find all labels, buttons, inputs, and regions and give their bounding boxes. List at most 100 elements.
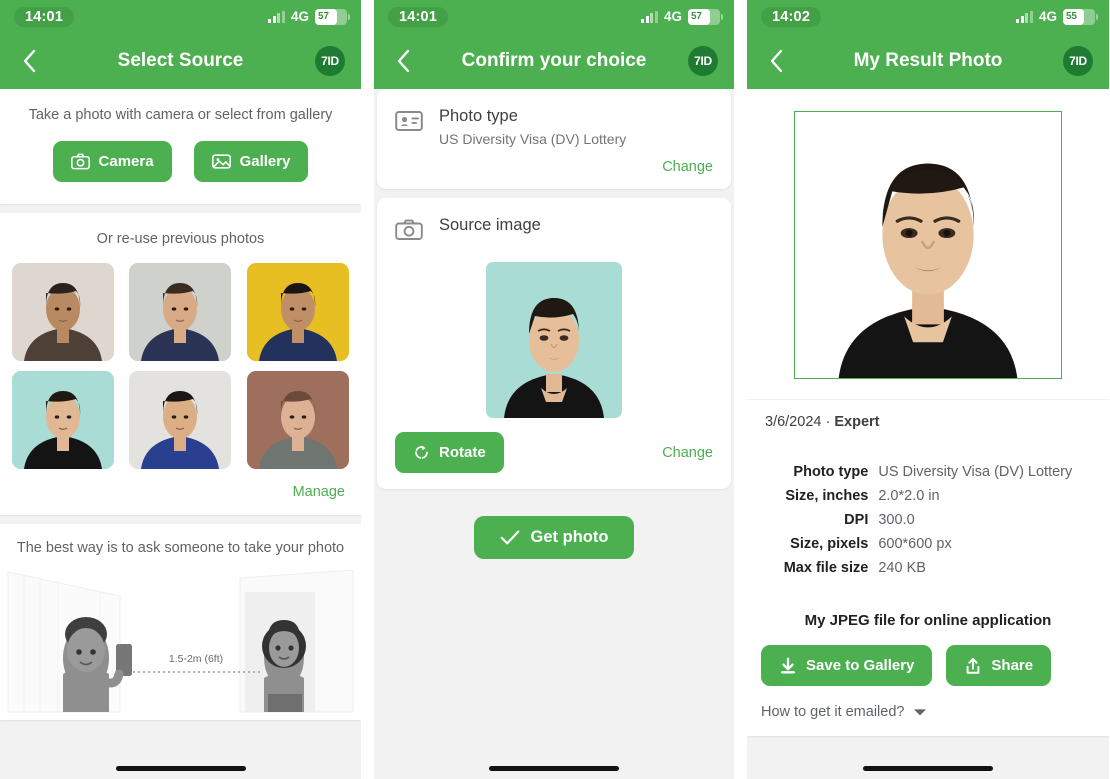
topbar-3: 14:02 4G 55 My Result Photo 7ID	[747, 0, 1109, 89]
camera-button[interactable]: Camera	[52, 141, 172, 182]
three-screen-comparison: 14:01 4G 57 Select Source 7ID Take a pho…	[0, 0, 1110, 779]
get-photo-row: Get photo	[374, 498, 734, 559]
check-icon	[500, 530, 519, 545]
nav-bar-1: Select Source 7ID	[0, 33, 361, 89]
svg-text:1.5-2m (6ft): 1.5-2m (6ft)	[169, 653, 223, 665]
status-indicators: 4G 57	[641, 8, 723, 25]
screen-select-source: 14:01 4G 57 Select Source 7ID Take a pho…	[0, 0, 361, 779]
app-logo[interactable]: 7ID	[315, 46, 345, 76]
save-to-gallery-button[interactable]: Save to Gallery	[761, 645, 933, 686]
man-blue-shirt	[129, 371, 232, 469]
network-label: 4G	[663, 9, 682, 24]
spec-key: Size, inches	[785, 488, 869, 504]
screen1-body: Take a photo with camera or select from …	[0, 89, 361, 779]
battery-icon: 57	[315, 8, 350, 25]
battery-icon: 55	[1063, 8, 1098, 25]
photo-type-change-link[interactable]: Change	[662, 159, 713, 175]
app-logo[interactable]: 7ID	[1063, 46, 1093, 76]
spec-row: Photo type US Diversity Visa (DV) Lottery	[784, 460, 1072, 484]
network-label: 4G	[1038, 9, 1057, 24]
result-portrait	[795, 112, 1061, 378]
chevron-left-icon	[397, 49, 410, 73]
result-photo-section	[747, 89, 1109, 399]
jpeg-title: My JPEG file for online application	[804, 612, 1052, 629]
manage-link[interactable]: Manage	[293, 484, 345, 500]
result-plan: Expert	[834, 414, 880, 430]
screen-confirm-choice: 14:01 4G 57 Confirm your choice 7ID Phot…	[374, 0, 734, 779]
source-image-title: Source image	[439, 216, 541, 234]
result-separator: ·	[825, 414, 831, 430]
spec-row: Size, pixels 600*600 px	[784, 532, 1073, 556]
bearded-man-in-suit	[11, 263, 114, 361]
email-help-label: How to get it emailed?	[761, 704, 905, 720]
woman-yellow-curtain	[247, 263, 350, 361]
spec-row: DPI 300.0	[784, 508, 1073, 532]
back-button[interactable]	[16, 48, 42, 74]
status-bar-2: 14:01 4G 57	[374, 0, 734, 33]
photo-tip-card: The best way is to ask someone to take y…	[0, 524, 361, 720]
photo-type-value: US Diversity Visa (DV) Lottery	[439, 131, 627, 147]
camera-icon	[70, 153, 90, 170]
spec-row: Size, inches 2.0*2.0 in	[784, 484, 1073, 508]
battery-percent: 57	[691, 11, 702, 22]
source-image-card: Source image Rotate Change	[377, 198, 731, 489]
previous-photo-thumb[interactable]	[129, 371, 232, 469]
gallery-button-label: Gallery	[239, 153, 291, 170]
photo-type-footer: Change	[377, 147, 731, 189]
signal-bars-icon	[268, 10, 285, 23]
rotate-button[interactable]: Rotate	[395, 432, 504, 473]
battery-icon: 57	[688, 8, 723, 25]
source-image-change-link[interactable]: Change	[662, 445, 713, 461]
photo-tip-title: The best way is to ask someone to take y…	[16, 540, 345, 556]
network-label: 4G	[290, 9, 309, 24]
battery-percent: 57	[318, 11, 329, 22]
topbar-1: 14:01 4G 57 Select Source 7ID	[0, 0, 361, 89]
photo-type-card[interactable]: Photo type US Diversity Visa (DV) Lotter…	[377, 89, 731, 189]
spec-key: Size, pixels	[790, 536, 869, 552]
status-bar-1: 14:01 4G 57	[0, 0, 361, 33]
page-title: My Result Photo	[853, 50, 1003, 71]
status-clock: 14:02	[761, 6, 822, 27]
screen2-body: Photo type US Diversity Visa (DV) Lotter…	[374, 89, 734, 779]
page-title: Select Source	[117, 50, 244, 71]
previous-photo-thumb[interactable]	[11, 263, 114, 361]
jpeg-actions-card: My JPEG file for online application Save…	[747, 596, 1109, 736]
get-photo-label: Get photo	[530, 528, 609, 546]
app-logo[interactable]: 7ID	[688, 46, 718, 76]
get-photo-button[interactable]: Get photo	[473, 516, 635, 559]
previous-photos-card: Or re-use previous photos Manage	[0, 213, 361, 515]
woman-brown-background	[247, 371, 350, 469]
result-photo-frame[interactable]	[794, 111, 1062, 379]
back-button[interactable]	[390, 48, 416, 74]
previous-photo-thumb[interactable]	[11, 371, 114, 469]
woman-floral-dress	[129, 263, 232, 361]
status-clock: 14:01	[388, 6, 449, 27]
home-indicator-2	[374, 766, 734, 771]
spec-value: 2.0*2.0 in	[878, 488, 940, 504]
take-photo-illustration: 1.5-2m (6ft)	[0, 562, 361, 720]
previous-photo-thumb[interactable]	[247, 263, 350, 361]
result-spec-table: Photo type US Diversity Visa (DV) Lottery…	[747, 444, 1109, 596]
page-title: Confirm your choice	[461, 50, 647, 71]
spec-value: 240 KB	[878, 560, 926, 576]
woman-teal-background	[11, 371, 114, 469]
back-button[interactable]	[763, 48, 789, 74]
home-indicator-3	[747, 766, 1109, 771]
share-buttons-row: Save to Gallery Share	[747, 629, 1109, 696]
photo-type-row: Photo type US Diversity Visa (DV) Lotter…	[377, 89, 731, 147]
nav-bar-2: Confirm your choice 7ID	[374, 33, 734, 89]
gallery-button[interactable]: Gallery	[193, 141, 309, 182]
rotate-button-label: Rotate	[439, 444, 486, 461]
source-image-preview[interactable]	[377, 244, 731, 418]
capture-card: Take a photo with camera or select from …	[0, 89, 361, 204]
previous-photos-grid	[0, 251, 361, 469]
previous-photo-thumb[interactable]	[247, 371, 350, 469]
email-help-row[interactable]: How to get it emailed?	[747, 696, 1109, 736]
gallery-icon	[211, 154, 231, 169]
previous-photo-thumb[interactable]	[129, 263, 232, 361]
topbar-2: 14:01 4G 57 Confirm your choice 7ID	[374, 0, 734, 89]
share-button[interactable]: Share	[946, 645, 1052, 686]
spec-row: Max file size 240 KB	[784, 556, 1073, 580]
status-clock: 14:01	[14, 6, 75, 27]
status-bar-3: 14:02 4G 55	[747, 0, 1109, 33]
